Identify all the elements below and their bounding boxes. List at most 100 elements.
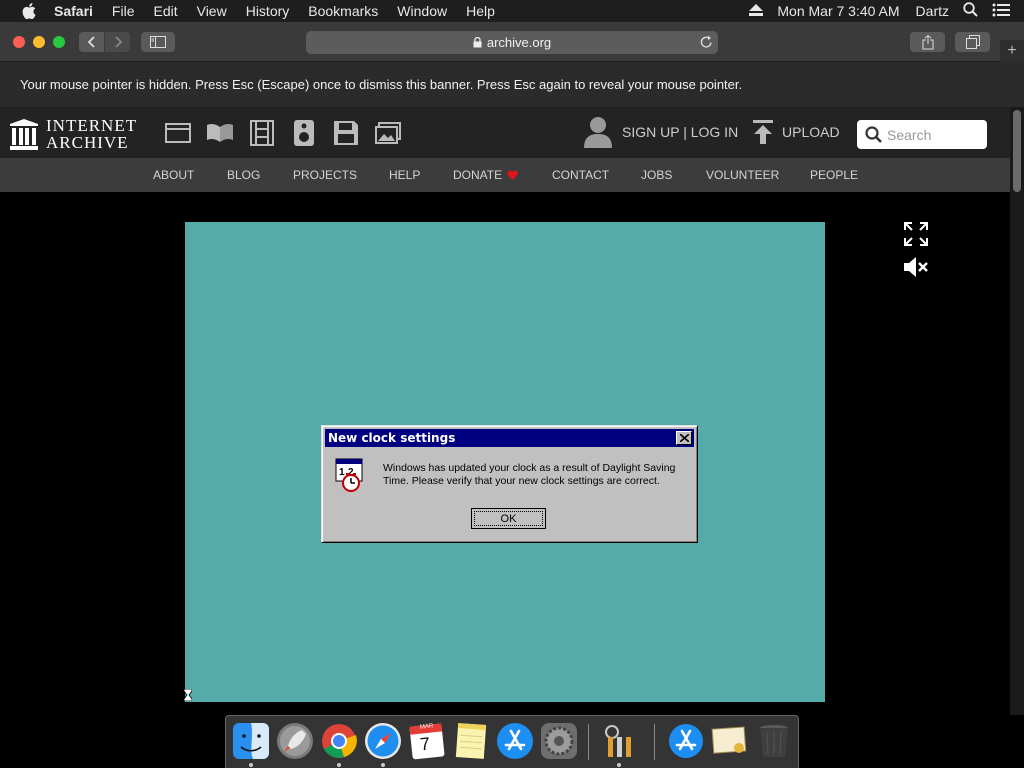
- ok-button-label: OK: [474, 511, 543, 526]
- sidebar-toggle-button[interactable]: [141, 32, 175, 52]
- minimize-window-button[interactable]: [33, 36, 45, 48]
- system-preferences-icon[interactable]: [540, 722, 578, 760]
- nav-donate-label: DONATE: [453, 168, 503, 182]
- menu-view[interactable]: View: [197, 0, 227, 22]
- dialog-close-button[interactable]: [676, 431, 692, 445]
- nav-about[interactable]: ABOUT: [153, 158, 194, 192]
- nav-contact[interactable]: CONTACT: [552, 158, 609, 192]
- safari-icon[interactable]: [364, 722, 402, 760]
- audio-icon[interactable]: [290, 119, 318, 147]
- video-icon[interactable]: [248, 119, 276, 147]
- menu-bookmarks[interactable]: Bookmarks: [308, 0, 378, 22]
- nav-volunteer[interactable]: VOLUNTEER: [706, 158, 779, 192]
- menu-help[interactable]: Help: [466, 0, 495, 22]
- images-icon[interactable]: [374, 119, 402, 147]
- lock-icon: [473, 37, 482, 48]
- reload-icon[interactable]: [700, 35, 713, 52]
- page-scrollbar-thumb[interactable]: [1013, 110, 1021, 192]
- banner-text: Your mouse pointer is hidden. Press Esc …: [20, 77, 743, 92]
- software-icon[interactable]: [332, 119, 360, 147]
- apple-menu-icon[interactable]: [20, 2, 38, 20]
- nav-jobs[interactable]: JOBS: [641, 158, 672, 192]
- spotlight-search-icon[interactable]: [963, 2, 978, 20]
- dock-separator: [588, 724, 589, 760]
- new-tab-button[interactable]: +: [1000, 40, 1024, 62]
- eject-icon[interactable]: [749, 3, 764, 19]
- finder-icon[interactable]: [232, 722, 270, 760]
- user-signin[interactable]: SIGN UP | LOG IN: [584, 116, 738, 148]
- nav-projects[interactable]: PROJECTS: [293, 158, 357, 192]
- clock-settings-dialog: New clock settings 1 2 Windows has updat…: [321, 425, 698, 543]
- notes-icon[interactable]: [452, 722, 490, 760]
- url-text: archive.org: [486, 35, 552, 50]
- dock: MAR 7: [225, 715, 799, 768]
- app-store-folder-icon[interactable]: [667, 722, 705, 760]
- ok-button[interactable]: OK: [471, 508, 546, 529]
- calendar-icon[interactable]: MAR 7: [408, 722, 446, 760]
- nav-donate[interactable]: DONATE: [453, 158, 518, 193]
- dialog-title-text: New clock settings: [328, 431, 456, 445]
- address-bar[interactable]: archive.org: [306, 31, 718, 54]
- logo-line-internet: INTERNET: [46, 116, 138, 135]
- menu-file[interactable]: File: [112, 0, 135, 22]
- search-input[interactable]: [887, 126, 982, 143]
- search-box[interactable]: [857, 120, 987, 149]
- clock-calendar-icon: 1 2: [334, 458, 368, 492]
- archive-temple-icon: [10, 118, 38, 150]
- finder-running-indicator: [249, 763, 253, 767]
- certificate-icon[interactable]: [711, 722, 749, 760]
- share-icon: [922, 34, 933, 49]
- menubar-clock[interactable]: Mon Mar 7 3:40 AM: [777, 3, 899, 19]
- menu-edit[interactable]: Edit: [153, 0, 177, 22]
- fullscreen-icon[interactable]: [904, 222, 928, 246]
- dialog-message: Windows has updated your clock as a resu…: [383, 462, 676, 487]
- web-icon[interactable]: [164, 119, 192, 147]
- nav-help[interactable]: HELP: [389, 158, 420, 192]
- notification-center-icon[interactable]: [992, 3, 1010, 20]
- signin-link[interactable]: SIGN UP | LOG IN: [622, 124, 738, 140]
- app-store-icon[interactable]: [496, 722, 534, 760]
- ia-nav-bar: ABOUT BLOG PROJECTS HELP DONATE CONTACT …: [0, 158, 1010, 192]
- calendar-day: 7: [418, 733, 431, 755]
- trash-icon[interactable]: [755, 722, 793, 760]
- logo-line-archive: ARCHIVE: [46, 133, 129, 152]
- keychain-icon[interactable]: [600, 722, 638, 760]
- share-button[interactable]: [910, 32, 945, 52]
- dock-separator-2: [654, 724, 655, 760]
- sidebar-icon: [150, 36, 166, 48]
- zoom-window-button[interactable]: [53, 36, 65, 48]
- close-icon: [679, 434, 689, 442]
- safari-running-indicator: [381, 763, 385, 767]
- keychain-running-indicator: [617, 763, 621, 767]
- nav-blog[interactable]: BLOG: [227, 158, 260, 192]
- menubar-user[interactable]: Dartz: [916, 3, 949, 19]
- texts-icon[interactable]: [206, 119, 234, 147]
- user-avatar-icon: [584, 117, 612, 148]
- menu-window[interactable]: Window: [397, 0, 447, 22]
- tabs-overview-button[interactable]: [955, 32, 990, 52]
- tabs-icon: [965, 35, 980, 49]
- safari-toolbar: archive.org +: [0, 22, 1024, 62]
- close-window-button[interactable]: [13, 36, 25, 48]
- back-button[interactable]: [79, 32, 104, 52]
- menu-app-name[interactable]: Safari: [54, 0, 93, 22]
- mouse-pointer-banner: Your mouse pointer is hidden. Press Esc …: [0, 62, 1024, 107]
- ia-logo[interactable]: INTERNET ARCHIVE: [10, 117, 137, 151]
- page-scrollbar-track[interactable]: [1010, 107, 1024, 715]
- search-icon: [865, 126, 882, 143]
- chrome-icon[interactable]: [320, 722, 358, 760]
- dialog-title: New clock settings: [325, 429, 694, 447]
- svg-text:1: 1: [339, 467, 345, 478]
- menu-history[interactable]: History: [246, 0, 290, 22]
- nav-people[interactable]: PEOPLE: [810, 158, 858, 192]
- ia-header: INTERNET ARCHIVE SIGN UP | LOG IN UPLOAD: [0, 107, 1010, 158]
- mute-icon[interactable]: [903, 255, 929, 279]
- heart-icon: [507, 159, 518, 193]
- upload-icon: [753, 120, 773, 144]
- chrome-running-indicator: [337, 763, 341, 767]
- menu-bar: Safari File Edit View History Bookmarks …: [0, 0, 1024, 22]
- upload-link[interactable]: UPLOAD: [752, 120, 840, 144]
- launchpad-icon[interactable]: [276, 722, 314, 760]
- forward-button[interactable]: [105, 32, 130, 52]
- upload-label: UPLOAD: [782, 124, 840, 140]
